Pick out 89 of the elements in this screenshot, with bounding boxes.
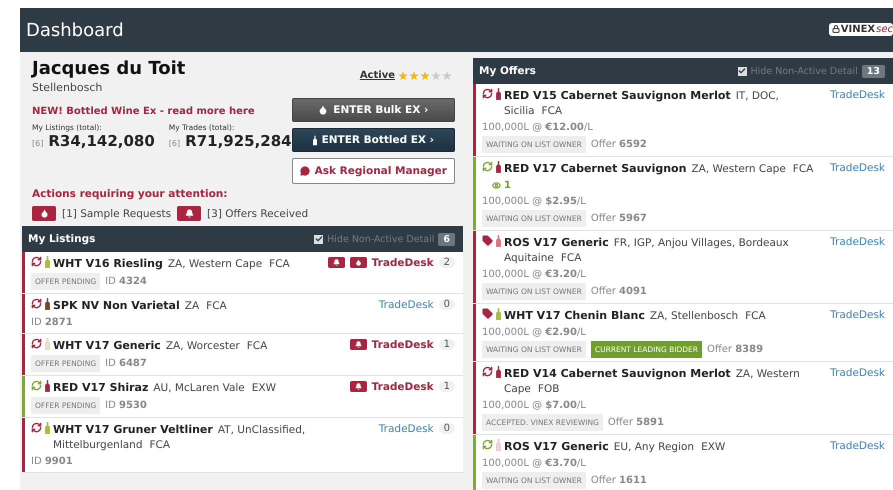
wine-description: ROS V17 Generic FR, IGP, Anjou Villages, Bordeaux Aquitaine FCA xyxy=(504,235,790,266)
count-badge: 13 xyxy=(862,64,885,78)
offer-price: 100,000L @ €2.90/L xyxy=(482,326,587,340)
count-pill: 0 xyxy=(438,299,455,310)
checkbox-label: Hide Non-Active Detail xyxy=(750,66,858,76)
listing-id: ID 9901 xyxy=(31,455,73,469)
news-link[interactable]: NEW! Bottled Wine Ex - read more here xyxy=(32,106,292,117)
count-pill: 1 xyxy=(438,339,455,350)
tradedesk-link[interactable]: TradeDesk xyxy=(378,423,434,435)
refresh-icon xyxy=(482,366,493,377)
droplet-icon xyxy=(318,105,328,115)
wine-description: RED V14 Cabernet Sauvignon Merlot ZA, Western Cape FOB xyxy=(504,366,801,397)
tag-icon xyxy=(482,308,493,319)
tag-icon xyxy=(482,235,493,246)
bell-icon[interactable] xyxy=(350,381,367,392)
wine-description: WHT V17 Chenin Blanc ZA, Stellenbosch FCA xyxy=(504,308,767,324)
checkbox-label: Hide Non-Active Detail xyxy=(327,234,434,244)
bell-icon[interactable] xyxy=(177,206,202,221)
chat-icon xyxy=(300,166,310,176)
ask-button[interactable]: Ask Regional Manager xyxy=(292,158,455,184)
enter-button[interactable]: ENTER Bulk EX › xyxy=(292,98,455,122)
offer-number: Offer 8389 xyxy=(707,343,764,357)
bell-icon[interactable] xyxy=(350,339,367,350)
wine-description: WHT V17 Generic ZA, Worcester FCA xyxy=(53,338,268,354)
action-link[interactable]: [1] Sample Requests xyxy=(62,208,172,220)
offer-number: Offer 5967 xyxy=(590,212,647,226)
user-location: Stellenbosch xyxy=(32,81,104,94)
refresh-icon xyxy=(31,298,42,309)
refresh-icon xyxy=(482,88,493,99)
count-badge: 6 xyxy=(438,232,455,246)
wine-description: SPK NV Non Varietal ZA FCA xyxy=(53,298,228,314)
refresh-icon xyxy=(482,161,493,172)
panel-title: My Offers xyxy=(479,65,536,77)
offer-number: Offer 5891 xyxy=(608,416,664,430)
wine-description: ROS V17 Generic EU, Any Region EXW xyxy=(504,439,726,455)
stat-count: [6] xyxy=(32,139,44,148)
offer-number: Offer 1611 xyxy=(590,474,647,488)
count-pill: 1 xyxy=(438,381,455,392)
action-link[interactable]: [3] Offers Received xyxy=(207,208,308,220)
panel-title: My Listings xyxy=(28,233,96,245)
droplet-icon[interactable] xyxy=(350,257,367,268)
offer-number: Offer 4091 xyxy=(590,285,647,299)
actions-heading: Actions requiring your attention: xyxy=(31,187,228,200)
bell-icon[interactable] xyxy=(328,257,345,268)
tradedesk-link[interactable]: TradeDesk xyxy=(830,162,885,174)
status-link[interactable]: Active xyxy=(360,70,395,81)
refresh-icon xyxy=(482,439,493,450)
tradedesk-link[interactable]: TradeDesk xyxy=(372,339,434,351)
checkbox[interactable] xyxy=(738,66,747,76)
stat-value: R71,925,284 xyxy=(185,132,292,150)
user-name: Jacques du Toit xyxy=(32,58,186,79)
wine-description: RED V17 Shiraz AU, McLaren Vale EXW xyxy=(53,380,277,396)
tradedesk-link[interactable]: TradeDesk xyxy=(830,309,885,321)
offer-number: Offer 6592 xyxy=(590,138,647,152)
offer-price: 100,000L @ €3.20/L xyxy=(482,268,587,282)
tradedesk-link[interactable]: TradeDesk xyxy=(372,257,434,269)
refresh-icon xyxy=(31,338,42,349)
enter-button[interactable]: ENTER Bottled EX › xyxy=(292,128,455,152)
stat-count: [6] xyxy=(168,139,180,148)
watchers-count: 1 xyxy=(482,178,822,193)
count-pill: 2 xyxy=(438,257,455,268)
wine-description: WHT V16 Riesling ZA, Western Cape FCA xyxy=(53,256,291,272)
tradedesk-link[interactable]: TradeDesk xyxy=(830,89,885,101)
tradedesk-link[interactable]: TradeDesk xyxy=(830,440,885,452)
tradedesk-link[interactable]: TradeDesk xyxy=(830,367,885,379)
refresh-icon xyxy=(31,422,42,433)
tradedesk-link[interactable]: TradeDesk xyxy=(372,381,434,393)
listing-id: ID 6487 xyxy=(105,357,147,371)
refresh-icon xyxy=(31,380,42,391)
droplet-icon[interactable] xyxy=(32,206,56,221)
offer-price: 100,000L @ $2.95/L xyxy=(482,195,587,209)
checkbox[interactable] xyxy=(314,234,324,244)
wine-description: RED V17 Cabernet Sauvignon ZA, Western Cape FCA xyxy=(504,161,814,177)
offer-price: 100,000L @ €12.00/L xyxy=(482,121,594,135)
refresh-icon xyxy=(31,256,42,267)
bottle-icon xyxy=(312,134,317,146)
wine-description: RED V15 Cabernet Sauvignon Merlot IT, DOC, Sicilia FCA xyxy=(504,88,780,119)
listing-id: ID 9530 xyxy=(105,399,147,413)
page-title: Dashboard xyxy=(26,20,124,40)
stat-value: R34,142,080 xyxy=(48,132,155,150)
secure-badge: VINEXsec xyxy=(828,22,893,36)
offer-price: 100,000L @ $7.00/L xyxy=(482,399,587,413)
count-pill: 0 xyxy=(438,423,455,434)
wine-description: WHT V17 Gruner Veltliner AT, UnClassified, Mittelburgenland FCA xyxy=(53,422,306,453)
listing-id: ID 4324 xyxy=(105,275,147,289)
listing-id: ID 2871 xyxy=(31,316,73,330)
offer-price: 100,000L @ €3.70/L xyxy=(482,457,587,471)
tradedesk-link[interactable]: TradeDesk xyxy=(378,299,434,311)
tradedesk-link[interactable]: TradeDesk xyxy=(830,236,885,248)
